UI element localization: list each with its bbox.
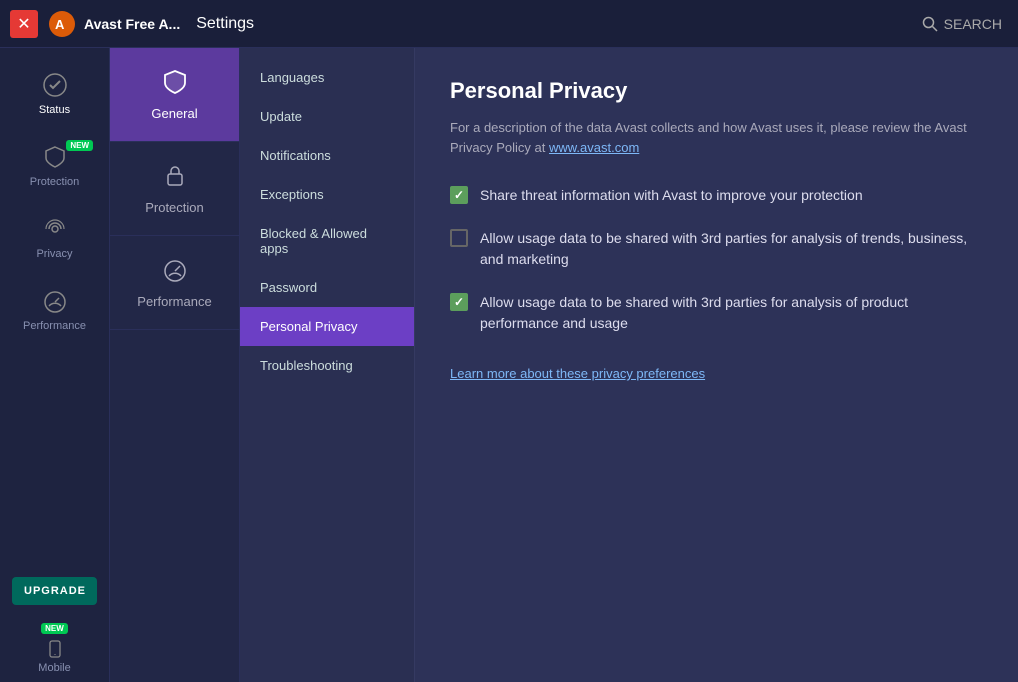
performance-label: Performance [23, 320, 86, 332]
sidebar-item-performance[interactable]: Performance [0, 274, 109, 346]
upgrade-button[interactable]: UPGRADE [12, 577, 97, 605]
app-logo: A Avast Free A... [48, 10, 180, 38]
checkbox-row-allow-usage-product: Allow usage data to be shared with 3rd p… [450, 292, 983, 334]
new-badge: NEW [66, 140, 93, 151]
sidebar-item-mobile[interactable]: NEW Mobile [0, 615, 109, 682]
check-circle-icon [42, 72, 68, 98]
menu-blocked-allowed[interactable]: Blocked & Allowed apps [240, 214, 414, 268]
checkbox-share-threat[interactable] [450, 186, 468, 204]
menu-personal-privacy[interactable]: Personal Privacy [240, 307, 414, 346]
checkbox-allow-usage-product[interactable] [450, 293, 468, 311]
sidebar-item-privacy[interactable]: Privacy [0, 202, 109, 274]
category-protection[interactable]: Protection [110, 142, 239, 236]
top-bar: ✕ A Avast Free A... Settings SEARCH [0, 0, 1018, 48]
content-area: Personal Privacy For a description of th… [415, 48, 1018, 682]
sidebar-item-status[interactable]: Status [0, 58, 109, 130]
content-description: For a description of the data Avast coll… [450, 118, 983, 157]
svg-text:A: A [55, 17, 65, 32]
category-general[interactable]: General [110, 48, 239, 142]
sidebar-menu: Languages Update Notifications Exception… [240, 48, 415, 682]
description-text: For a description of the data Avast coll… [450, 120, 967, 155]
checkbox-row-share-threat: Share threat information with Avast to i… [450, 185, 983, 206]
settings-label: Settings [196, 15, 254, 33]
sidebar-icons: Status NEW Protection Privacy [0, 48, 110, 682]
protection-lock-icon [161, 162, 189, 190]
menu-languages[interactable]: Languages [240, 58, 414, 97]
menu-password[interactable]: Password [240, 268, 414, 307]
privacy-label: Privacy [36, 248, 72, 260]
search-label: SEARCH [944, 16, 1002, 32]
sidebar-item-protection[interactable]: NEW Protection [0, 130, 109, 202]
checkbox-allow-usage-3rd[interactable] [450, 229, 468, 247]
mobile-label: Mobile [38, 662, 70, 674]
checkbox-allow-usage-3rd-label: Allow usage data to be shared with 3rd p… [480, 228, 983, 270]
protection-shield-icon [42, 144, 68, 170]
status-label: Status [39, 104, 70, 116]
general-label: General [151, 106, 197, 121]
main-layout: Status NEW Protection Privacy [0, 48, 1018, 682]
app-name: Avast Free A... [84, 16, 180, 32]
protection-cat-label: Protection [145, 200, 204, 215]
checkbox-share-threat-label: Share threat information with Avast to i… [480, 185, 863, 206]
checkbox-allow-usage-product-label: Allow usage data to be shared with 3rd p… [480, 292, 983, 334]
category-performance[interactable]: Performance [110, 236, 239, 330]
protection-label: Protection [30, 176, 80, 188]
search-button[interactable]: SEARCH [922, 16, 1002, 32]
avast-logo-icon: A [48, 10, 76, 38]
general-shield-icon [161, 68, 189, 96]
menu-exceptions[interactable]: Exceptions [240, 175, 414, 214]
checkbox-row-allow-usage-3rd: Allow usage data to be shared with 3rd p… [450, 228, 983, 270]
close-button[interactable]: ✕ [10, 10, 38, 38]
performance-cat-icon [161, 256, 189, 284]
fingerprint-icon [42, 216, 68, 242]
content-title: Personal Privacy [450, 78, 983, 104]
learn-more-link[interactable]: Learn more about these privacy preferenc… [450, 366, 705, 381]
menu-update[interactable]: Update [240, 97, 414, 136]
mobile-new-badge: NEW [41, 623, 68, 634]
privacy-policy-link[interactable]: www.avast.com [549, 140, 639, 155]
menu-troubleshooting[interactable]: Troubleshooting [240, 346, 414, 385]
performance-cat-label: Performance [137, 294, 211, 309]
performance-gauge-icon [42, 288, 68, 314]
search-icon [922, 16, 938, 32]
sidebar-categories: General Protection Performance [110, 48, 240, 682]
mobile-icon [46, 640, 64, 658]
menu-notifications[interactable]: Notifications [240, 136, 414, 175]
